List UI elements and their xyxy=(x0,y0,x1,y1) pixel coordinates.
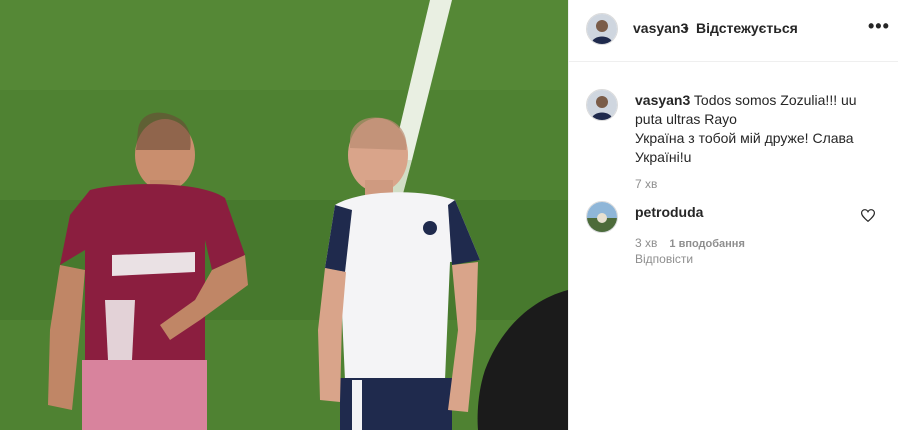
caption-line-2: puta ultras Rayo⁣ xyxy=(635,111,737,127)
commenter-avatar[interactable] xyxy=(586,201,618,233)
author-username-link[interactable]: vasyan3 xyxy=(633,20,688,36)
football-players-image xyxy=(0,0,568,430)
caption-line-3: Україна з тобой мій друже! Слава xyxy=(635,130,854,146)
caption-line-1: Todos somos Zozulia!!! u⁣u⁣ xyxy=(693,92,857,108)
header-separator: • xyxy=(684,20,689,36)
commenter-username-link[interactable]: vasyan3 xyxy=(635,92,690,108)
comment-timestamp[interactable]: 3 хв xyxy=(635,236,657,250)
author-avatar[interactable] xyxy=(586,13,618,45)
comment-meta: 3 хв 1 вподобання xyxy=(635,236,745,250)
reply-button[interactable]: Відповісти xyxy=(635,252,693,266)
post-header: vasyan3 • Відстежується ••• xyxy=(569,0,898,62)
comment-text: petroduda ⁣⁣⁣ xyxy=(635,203,865,222)
caption-timestamp[interactable]: 7 хв xyxy=(635,177,657,191)
comment-likes-count[interactable]: 1 вподобання xyxy=(669,238,744,250)
more-options-icon[interactable]: ••• xyxy=(868,16,890,37)
like-heart-icon[interactable] xyxy=(860,209,876,227)
commenter-username-link[interactable]: petroduda xyxy=(635,204,703,220)
post-side-panel: vasyan3 • Відстежується ••• vasyan3 Todo… xyxy=(568,0,898,430)
following-button[interactable]: Відстежується xyxy=(696,20,798,36)
caption-line-4: Україні!u⁣ xyxy=(635,149,692,165)
post-photo[interactable] xyxy=(0,0,568,430)
caption-text: vasyan3 Todos somos Zozulia!!! u⁣u⁣ puta… xyxy=(635,91,865,167)
commenter-avatar[interactable] xyxy=(586,89,618,121)
